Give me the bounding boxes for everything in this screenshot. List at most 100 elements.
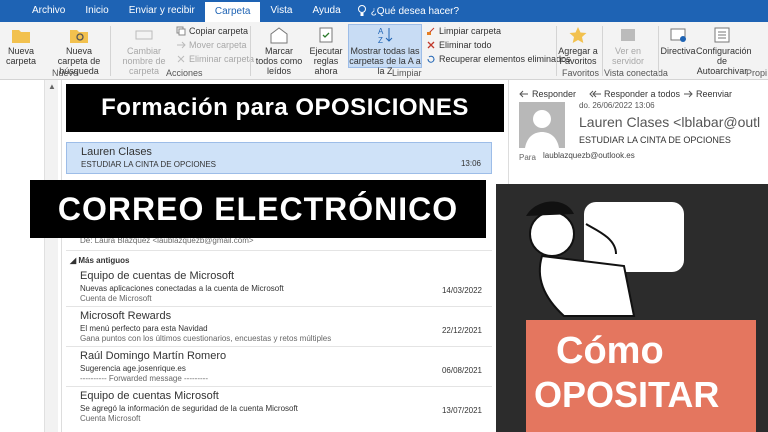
promo-image: Cómo OPOSITAR [496,184,768,432]
move-folder-label: Mover carpeta [189,40,247,50]
move-folder-button[interactable]: Mover carpeta [176,40,247,50]
group-label-limpiar: Limpiar [392,68,422,78]
run-rules-button[interactable]: Ejecutar reglas ahora [304,26,348,76]
divider [66,306,492,307]
tab-archivo[interactable]: Archivo [22,0,75,22]
message-row[interactable]: Microsoft Rewards El menú perfecto para … [66,310,492,346]
separator [602,26,603,76]
policy-button[interactable]: Directiva [660,26,696,56]
message-sender: Equipo de cuentas Microsoft [80,390,219,402]
message-subject: El menú perfecto para esta Navidad [80,324,208,333]
reply-all-label: Responder a todos [604,89,681,99]
recover-items-button[interactable]: Recuperar elementos eliminados [426,54,571,64]
message-sender: Microsoft Rewards [80,310,172,322]
group-label-favoritos: Favoritos [562,68,600,78]
reply-all-button[interactable]: Responder a todos [589,89,680,99]
divider [66,386,492,387]
run-rules-label: Ejecutar reglas ahora [309,46,343,76]
delete-icon [177,55,185,63]
recover-items-label: Recuperar elementos eliminados [439,54,571,64]
rules-icon [319,27,333,43]
tab-ayuda[interactable]: Ayuda [303,0,351,22]
group-label-nuevo: Nuevo [52,68,79,78]
message-subject: Nuevas aplicaciones conectadas a la cuen… [80,284,284,293]
forward-button[interactable]: Reenviar [683,89,732,99]
delete-folder-button[interactable]: Eliminar carpeta [176,54,254,64]
separator [556,26,557,76]
woman-illustration-icon [526,201,684,317]
title-banner: Formación para OPOSICIONES [66,84,504,132]
forward-label: Reenviar [696,89,733,99]
message-sender: Lauren Clases [81,146,152,158]
reply-all-icon [589,90,601,98]
subtitle-banner: CORREO ELECTRÓNICO [30,180,486,238]
move-icon [177,41,186,49]
tab-inicio[interactable]: Inicio [75,0,118,22]
message-preview: ---------- Forwarded message --------- [80,374,208,383]
view-on-server-button[interactable]: Ver en servidor [608,26,648,66]
reading-sender: Lauren Clases <lblabar@outl [579,114,761,130]
reply-button[interactable]: Responder [519,89,576,99]
message-sender: Equipo de cuentas de Microsoft [80,270,235,282]
clean-folder-label: Limpiar carpeta [439,26,502,36]
copy-folder-button[interactable]: Copiar carpeta [176,26,248,36]
group-label-acciones: Acciones [166,68,203,78]
rename-folder-button[interactable]: Cambiar nombre de carpeta [114,26,174,76]
message-subject: Sugerencia age.josenrique.es [80,364,186,373]
forward-icon [684,90,693,98]
reading-pane: Responder Responder a todos Reenviar do.… [508,80,768,184]
divider [66,250,492,251]
promo-text-como: Cómo [556,330,664,372]
envelope-open-icon [270,27,288,44]
archive-icon [714,27,730,43]
reading-to-label: Para [519,153,536,162]
view-on-server-label: Ver en servidor [611,46,644,66]
policy-label: Directiva [660,46,696,56]
reading-to: laublazquezb@outlook.es [543,151,635,160]
folder-pane-scrollbar[interactable]: ▲ [44,80,58,432]
promo-text-opositar: OPOSITAR [534,374,720,415]
autoarchive-button[interactable]: Configuración de Autoarchivar [696,26,752,76]
reply-icon [519,90,528,98]
message-subject: ESTUDIAR LA CINTA DE OPCIONES [81,160,216,169]
recover-icon [427,55,435,63]
tell-me-label: ¿Qué desea hacer? [370,5,460,17]
svg-text:Z: Z [378,36,383,44]
sender-avatar [519,102,565,148]
message-preview: Cuenta Microsoft [80,414,141,423]
policy-icon [670,28,686,42]
message-list: Lauren Clases ESTUDIAR LA CINTA DE OPCIO… [62,80,496,432]
svg-text:A: A [378,27,384,36]
message-date: 22/12/2021 [441,326,482,335]
message-row[interactable]: Equipo de cuentas de Microsoft Nuevas ap… [66,270,492,306]
mark-all-read-label: Marcar todos como leídos [255,46,303,76]
message-row-selected[interactable]: Lauren Clases ESTUDIAR LA CINTA DE OPCIO… [66,142,492,174]
divider [66,346,492,347]
tab-carpeta[interactable]: Carpeta [204,2,261,22]
separator [658,26,659,76]
folder-icon [12,30,30,43]
group-header-label: Más antiguos [78,256,130,265]
new-folder-label: Nueva carpeta [5,46,37,66]
ribbon-tabs: Archivo Inicio Enviar y recibir Carpeta … [0,0,768,22]
group-header-older[interactable]: ◢ Más antiguos [70,256,130,265]
tell-me-box[interactable]: ¿Qué desea hacer? [357,5,459,17]
scroll-up-icon[interactable]: ▲ [45,80,59,94]
reading-subject: ESTUDIAR LA CINTA DE OPCIONES [579,135,731,145]
tab-vista[interactable]: Vista [260,0,302,22]
tab-enviar-recibir[interactable]: Enviar y recibir [119,0,205,22]
message-row[interactable]: Raúl Domingo Martín Romero Sugerencia ag… [66,350,492,386]
add-favorites-button[interactable]: Agregar a Favoritos [558,26,598,66]
copy-folder-label: Copiar carpeta [189,26,249,36]
exchange-icon [621,29,635,41]
mark-all-read-button[interactable]: Marcar todos como leídos [254,26,304,76]
copy-icon [176,26,186,36]
new-folder-button[interactable]: Nueva carpeta [4,26,38,66]
separator [250,26,251,76]
message-preview: Gana puntos con los últimos cuestionario… [80,334,332,343]
message-row[interactable]: Equipo de cuentas Microsoft Se agregó la… [66,390,492,426]
delete-all-button[interactable]: Eliminar todo [426,40,492,50]
message-date: 13:06 [460,159,481,168]
clean-folder-button[interactable]: Limpiar carpeta [426,26,501,36]
group-label-propiedades: Propi [746,68,768,78]
